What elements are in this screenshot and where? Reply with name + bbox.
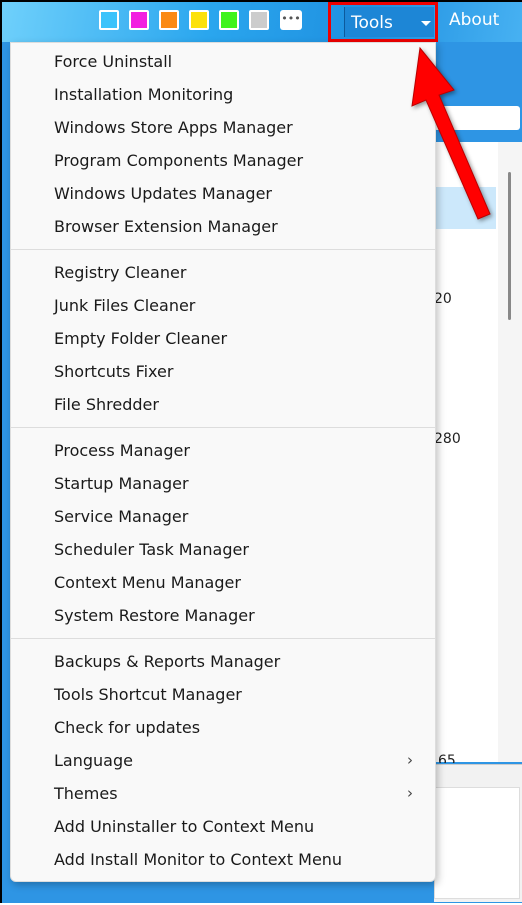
- arrow-icon: [411, 46, 491, 220]
- red-arrow-annotation: [411, 46, 491, 220]
